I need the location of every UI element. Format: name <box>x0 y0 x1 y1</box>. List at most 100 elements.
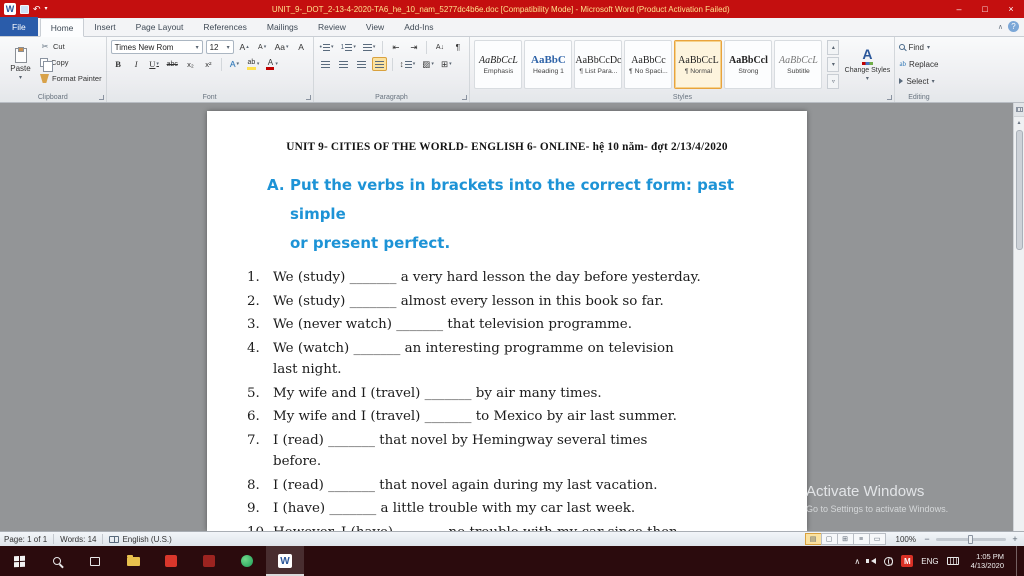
task-view-button[interactable] <box>76 546 114 576</box>
find-dropdown-icon[interactable]: ▾ <box>927 44 930 51</box>
zoom-out-button[interactable]: − <box>922 534 932 544</box>
font-color-dropdown-icon[interactable]: ▾ <box>275 61 278 67</box>
page-count-indicator[interactable]: Page: 1 of 1 <box>4 535 47 544</box>
close-button[interactable]: × <box>998 0 1024 18</box>
save-icon[interactable] <box>20 4 29 14</box>
taskbar-clock[interactable]: 1:05 PM 4/13/2020 <box>967 552 1008 571</box>
ribbon-tab[interactable]: References <box>193 18 256 36</box>
minimize-button[interactable]: – <box>946 0 972 18</box>
word-count-indicator[interactable]: Words: 14 <box>60 535 96 544</box>
paste-button[interactable]: Paste ▾ <box>4 40 37 88</box>
language-indicator[interactable]: English (U.S.) <box>122 535 171 544</box>
zoom-slider-thumb[interactable] <box>968 534 973 544</box>
paragraph-dialog-launcher[interactable] <box>462 95 468 100</box>
bullets-button[interactable]: • ▾ <box>318 40 336 54</box>
replace-button[interactable]: ab Replace <box>899 57 938 71</box>
input-language-indicator[interactable]: ENG <box>921 557 938 566</box>
ribbon-tab[interactable]: Insert <box>84 18 125 36</box>
borders-button[interactable]: ⊞ ▾ <box>439 57 454 71</box>
web-layout-view-button[interactable]: ⊞ <box>836 533 854 545</box>
style-gallery-item[interactable]: AaBbCcL ¶ Normal <box>674 40 723 89</box>
multilevel-dropdown-icon[interactable]: ▾ <box>373 44 376 50</box>
fullscreen-view-button[interactable]: ▢ <box>820 533 838 545</box>
print-layout-view-button[interactable]: ▤ <box>804 533 822 545</box>
volume-icon[interactable] <box>866 558 877 564</box>
find-button[interactable]: Find ▾ <box>899 40 938 54</box>
browser-button[interactable] <box>228 546 266 576</box>
underline-dropdown-icon[interactable]: ▾ <box>156 61 159 67</box>
clear-formatting-button[interactable]: A <box>294 40 309 54</box>
show-paragraph-marks-button[interactable]: ¶ <box>450 40 465 54</box>
minimize-ribbon-icon[interactable]: ∧ <box>998 23 1003 31</box>
align-right-button[interactable] <box>354 57 369 71</box>
outline-view-button[interactable]: ≡ <box>852 533 870 545</box>
file-explorer-button[interactable] <box>114 546 152 576</box>
grow-font-button[interactable]: A ▴ <box>237 40 252 54</box>
styles-scroll-up-icon[interactable]: ▴ <box>827 40 840 55</box>
shading-dropdown-icon[interactable]: ▾ <box>431 61 434 67</box>
show-desktop-button[interactable] <box>1016 546 1020 576</box>
styles-more-icon[interactable]: ▿ <box>827 74 840 89</box>
draft-view-button[interactable]: ▭ <box>868 533 886 545</box>
font-dialog-launcher[interactable] <box>305 95 311 100</box>
style-gallery-item[interactable]: AaBbC Heading 1 <box>524 40 573 89</box>
line-spacing-button[interactable]: ↕ ▾ <box>398 57 418 71</box>
style-gallery-item[interactable]: AaBbCcDc ¶ List Para... <box>574 40 623 89</box>
styles-dialog-launcher[interactable] <box>887 95 893 100</box>
style-gallery-item[interactable]: AaBbCcl Strong <box>724 40 773 89</box>
ribbon-tab[interactable]: Add-Ins <box>394 18 443 36</box>
increase-indent-button[interactable]: ⇥ <box>406 40 421 54</box>
strikethrough-button[interactable]: abc <box>165 57 180 71</box>
zoom-in-button[interactable]: + <box>1010 534 1020 544</box>
scrollbar-thumb[interactable] <box>1015 130 1023 250</box>
font-family-dropdown-icon[interactable]: ▾ <box>196 44 199 51</box>
bullets-dropdown-icon[interactable]: ▾ <box>331 44 334 50</box>
superscript-button[interactable]: x² <box>201 57 216 71</box>
highlight-button[interactable]: ab ▾ <box>245 57 262 71</box>
touch-keyboard-icon[interactable] <box>946 557 959 565</box>
scroll-up-icon[interactable]: ▴ <box>1017 117 1020 128</box>
font-size-combobox[interactable]: 12 ▾ <box>205 40 234 54</box>
zoom-level[interactable]: 100% <box>896 535 916 544</box>
select-dropdown-icon[interactable]: ▾ <box>932 78 935 85</box>
shrink-font-button[interactable]: A ▾ <box>255 40 270 54</box>
ribbon-tab[interactable]: Mailings <box>257 18 308 36</box>
ribbon-tab[interactable]: View <box>356 18 394 36</box>
bold-button[interactable]: B <box>111 57 126 71</box>
document-page[interactable]: UNIT 9- CITIES OF THE WORLD- ENGLISH 6- … <box>207 111 807 531</box>
sort-button[interactable]: A↓ <box>432 40 447 54</box>
text-effects-button[interactable]: A ▾ <box>227 57 242 71</box>
qat-dropdown-icon[interactable]: ▾ <box>45 4 48 14</box>
style-gallery-item[interactable]: AaBbCc ¶ No Spaci... <box>624 40 673 89</box>
pinned-app-button-2[interactable] <box>190 546 228 576</box>
font-size-dropdown-icon[interactable]: ▾ <box>227 44 230 51</box>
ribbon-tab[interactable]: Page Layout <box>126 18 194 36</box>
cut-button[interactable]: ✂ Cut <box>40 40 102 53</box>
notification-badge-icon[interactable]: M <box>901 555 914 567</box>
underline-button[interactable]: U ▾ <box>147 57 162 71</box>
help-icon[interactable]: ? <box>1008 21 1019 32</box>
align-left-button[interactable] <box>318 57 333 71</box>
change-case-button[interactable]: Aa ▾ <box>273 40 291 54</box>
search-button[interactable] <box>38 546 76 576</box>
tray-expand-icon[interactable]: ∧ <box>854 557 860 566</box>
numbering-button[interactable]: 1 ▾ <box>339 40 358 54</box>
shading-button[interactable]: ▨ ▾ <box>420 57 436 71</box>
highlight-dropdown-icon[interactable]: ▾ <box>257 61 260 67</box>
select-button[interactable]: Select ▾ <box>899 74 938 88</box>
subscript-button[interactable]: x₂ <box>183 57 198 71</box>
borders-dropdown-icon[interactable]: ▾ <box>449 61 452 67</box>
font-family-combobox[interactable]: Times New Rom ▾ <box>110 40 203 54</box>
ribbon-tab[interactable]: Home <box>39 18 85 37</box>
style-gallery-item[interactable]: AaBbCcL Emphasis <box>474 40 523 89</box>
undo-icon[interactable]: ↶ <box>33 4 41 14</box>
change-styles-button[interactable]: A Change Styles ▾ <box>844 40 891 89</box>
ruler-toggle-button[interactable] <box>1013 103 1024 117</box>
maximize-button[interactable]: □ <box>972 0 998 18</box>
start-button[interactable] <box>0 546 38 576</box>
network-icon[interactable] <box>884 556 894 566</box>
line-spacing-dropdown-icon[interactable]: ▾ <box>413 61 416 67</box>
justify-button[interactable] <box>371 57 387 71</box>
ribbon-tab[interactable]: File <box>0 17 38 36</box>
clipboard-dialog-launcher[interactable] <box>98 95 104 100</box>
